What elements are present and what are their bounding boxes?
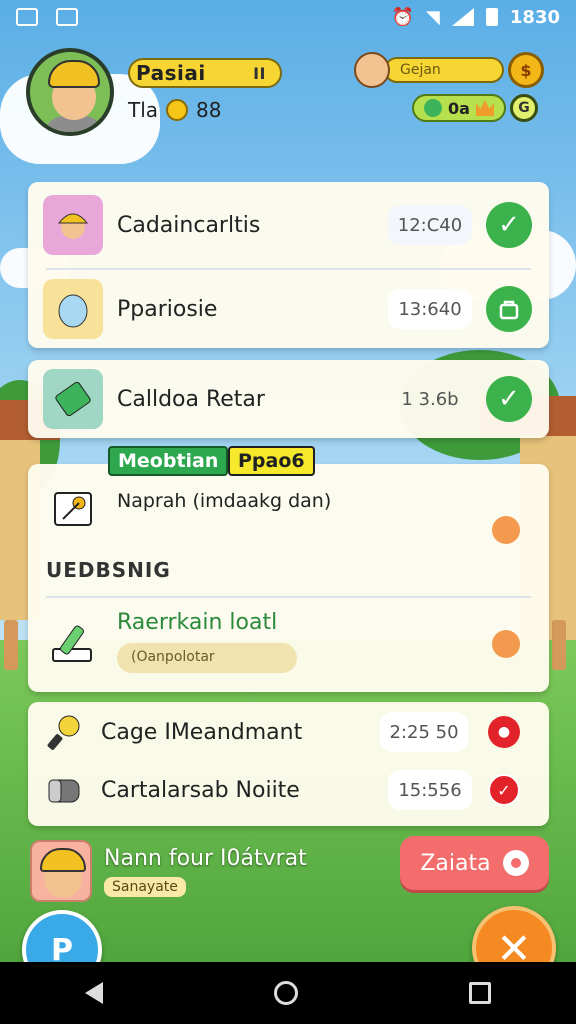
recents-icon[interactable] [468,982,491,1004]
status-dot [492,516,520,544]
home-icon[interactable] [273,981,298,1005]
task-row[interactable]: Calldoa Retar 1 3.6b ✓ [28,356,549,442]
resource-fill: Gejan [384,57,504,83]
gem-bar: 0a G [412,94,538,122]
rank-label: Zaiata [420,850,491,876]
task-time: 12:C40 [388,205,472,245]
alarm-icon: ⏰ [391,6,415,28]
task-label: Cadaincarltis [117,212,261,238]
check-icon[interactable]: ✓ [488,774,520,806]
battery-icon [485,8,498,26]
friend-sub: Sanayate [104,876,186,897]
section-item[interactable]: Raerrkain loatl (Oanpolotar [28,600,549,686]
chick-icon [166,99,189,121]
crown-icon [475,100,494,116]
event-time: 2:25 50 [380,712,468,752]
event-time: 15:556 [388,770,472,810]
notification-icon [16,8,38,26]
task-panel-mid: Calldoa Retar 1 3.6b ✓ [28,360,549,438]
wifi-icon: ◥ [426,6,440,28]
section-heading: UEDBSNIG [46,558,171,582]
nav-bar [0,962,576,1024]
egg-icon [43,279,103,339]
task-panel-top: Cadaincarltis 12:C40 ✓ Ppariosie 13:640 [28,182,549,348]
event-panel: Cage IMeandmant 2:25 50 ● Cartalarsab No… [28,702,549,826]
pause-button[interactable]: II [253,64,266,83]
task-label: Ppariosie [117,296,218,322]
friend-avatar [30,840,92,902]
friend-avatar [354,52,390,88]
pin-icon [43,479,103,539]
worker-icon [43,195,103,255]
status-time: 1830 [509,6,560,28]
player-avatar[interactable] [26,48,114,136]
section-panel: Naprah (imdaakg dan) UEDBSNIG Raerrkain … [28,464,549,692]
task-label: Calldoa Retar [117,386,265,412]
coin-icon[interactable]: $ [508,52,544,88]
ticket-icon [43,369,103,429]
friend-card[interactable]: Nann four I0átvrat Sanayate [30,836,330,906]
frog-icon [424,99,442,117]
check-icon[interactable]: ✓ [486,376,532,422]
tag-yellow[interactable]: Ppao6 [228,446,315,476]
divider [46,596,531,598]
player-level: Tla 88 [128,98,221,122]
task-time: 1 3.6b [401,388,459,410]
event-row[interactable]: Cartalarsab Noiite 15:556 ✓ [28,748,549,832]
event-label: Cage IMeandmant [101,719,303,745]
gallery-icon [56,8,78,26]
check-icon[interactable]: ✓ [486,202,532,248]
alert-icon[interactable]: ● [488,716,520,748]
hardhat-icon [48,60,100,88]
ring-icon[interactable]: G [509,94,538,122]
fence-post [4,620,18,670]
gem-count: 0a [448,98,470,118]
section-item[interactable]: Naprah (imdaakg dan) [28,466,549,552]
tag-green[interactable]: Meobtian [108,446,229,476]
friend-title: Nann four I0átvrat [104,845,307,871]
section-item-sub: (Oanpolotar [117,643,297,673]
back-icon[interactable] [85,982,104,1004]
rank-button[interactable]: Zaiata [400,836,549,890]
status-dot [492,630,520,658]
knife-icon [43,613,103,673]
section-item-label: Naprah (imdaakg dan) [117,490,332,512]
player-name: Pasiai [136,61,206,85]
gear-icon [502,850,529,876]
signal-icon [451,8,474,26]
status-bar: ⏰ ◥ 1830 [0,0,576,34]
gem-pill[interactable]: 0a [412,94,506,122]
barrel-icon [43,760,87,820]
event-label: Cartalarsab Noiite [101,777,300,803]
level-prefix: Tla [128,98,159,122]
task-time: 13:640 [388,289,472,329]
section-item-title: Raerrkain loatl [117,610,278,635]
task-row[interactable]: Cadaincarltis 12:C40 ✓ [28,182,549,268]
fence-post [552,620,566,670]
section-item-text: Raerrkain loatl (Oanpolotar [117,610,297,673]
task-row[interactable]: Ppariosie 13:640 [28,266,549,352]
resource-bar[interactable]: Gejan $ [354,52,550,88]
chick-count: 88 [196,98,222,122]
bag-icon[interactable] [486,286,532,332]
player-name-bar[interactable]: Pasiai II [128,58,282,88]
